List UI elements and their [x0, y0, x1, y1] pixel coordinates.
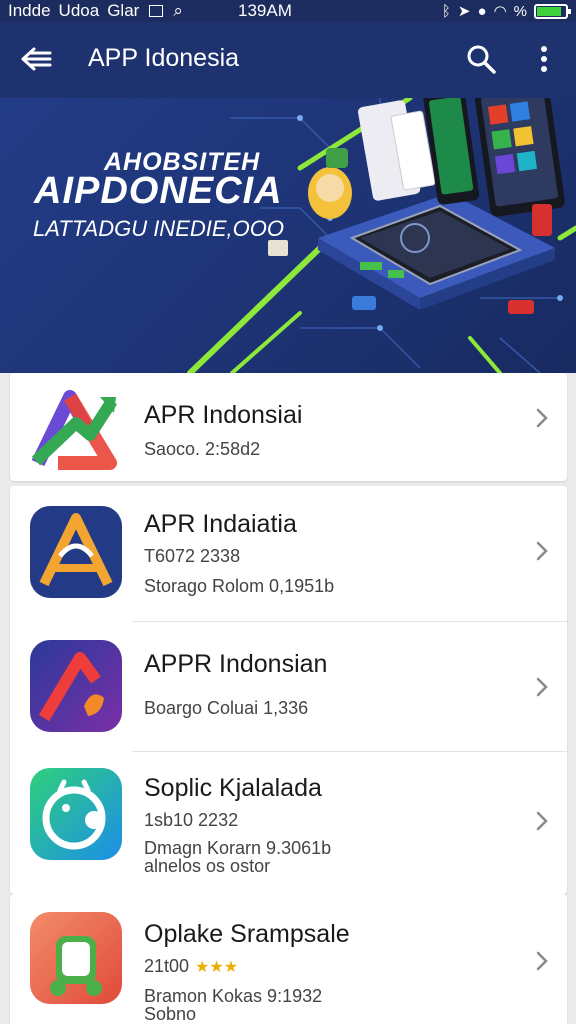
promo-banner[interactable]: AHOBSITEH AIPDONECIA LATTADGU INEDIE,OOO [0, 98, 576, 373]
app-storage: Storago Rolom 0,1951b [144, 576, 335, 596]
app-icon-5 [30, 912, 122, 1004]
list-item[interactable]: Oplake Srampsale 21t00 ★★★ Bramon Kokas 9… [10, 894, 567, 1024]
back-arrow-icon[interactable] [20, 44, 52, 74]
app-icon-4 [30, 768, 122, 860]
app-extra: alnelos os ostor [144, 856, 271, 876]
bluetooth-icon: ᛒ [441, 2, 451, 20]
status-text-3: Glar [107, 1, 140, 20]
rating-stars: ★★★ [195, 959, 239, 976]
status-text-2: Udoa [58, 1, 100, 20]
app-card-3: Oplake Srampsale 21t00 ★★★ Bramon Kokas 9… [10, 894, 567, 1024]
sync-icon: ● [477, 2, 487, 20]
app-icon-3 [30, 640, 122, 732]
app-detail: 1sb10 2232 [144, 810, 239, 830]
wifi-icon: ◠ [493, 3, 507, 20]
location-icon: ➤ [457, 3, 471, 20]
search-icon[interactable] [466, 44, 496, 74]
app-name: APR Indaiatia [144, 510, 297, 538]
chevron-right-icon [536, 408, 548, 428]
app-bar: APP Idonesia [0, 22, 576, 98]
more-options-icon[interactable] [536, 44, 552, 74]
app-card-1: APR Indonsiai Saoco. 2:58d2 [10, 373, 567, 481]
app-detail-text: 21t00 [144, 956, 190, 976]
app-extra: Sobno [144, 1004, 197, 1024]
app-detail: Boargo Coluai 1,336 [144, 698, 309, 718]
list-item[interactable]: Soplic Kjalalada 1sb10 2232 Dmagn Korarn… [10, 752, 567, 894]
status-text-1: Indde [8, 1, 51, 20]
app-name: Soplic Kjalalada [144, 774, 322, 802]
chevron-right-icon [536, 811, 548, 831]
app-detail: 21t00 ★★★ [144, 956, 238, 977]
list-item[interactable]: APPR Indonsian Boargo Coluai 1,336 [10, 622, 567, 752]
chevron-right-icon [536, 677, 548, 697]
status-bar: Indde Udoa Glar ⌕ 139AM ᛒ ➤ ● ◠ % [0, 0, 576, 22]
status-time: 139AM [238, 1, 292, 20]
page-title: APP Idonesia [88, 44, 240, 72]
banner-line-3: LATTADGU INEDIE,OOO [33, 216, 284, 241]
app-detail: T6072 2338 [144, 546, 241, 566]
chevron-right-icon [536, 541, 548, 561]
banner-line-2: AIPDONECIA [34, 170, 283, 212]
app-detail: Saoco. 2:58d2 [144, 439, 261, 459]
battery-percent: % [513, 2, 527, 20]
app-icon-2 [30, 506, 122, 598]
voicemail-icon: ⌕ [173, 1, 183, 20]
battery-icon [534, 3, 571, 19]
app-name: APPR Indonsian [144, 650, 328, 678]
list-item[interactable]: APR Indaiatia T6072 2338 Storago Rolom 0… [10, 486, 567, 622]
chevron-right-icon [536, 951, 548, 971]
app-name: APR Indonsiai [144, 401, 303, 429]
list-item[interactable]: APR Indonsiai Saoco. 2:58d2 [10, 373, 567, 481]
app-card-2: APR Indaiatia T6072 2338 Storago Rolom 0… [10, 486, 567, 894]
notification-icon [149, 5, 164, 17]
app-name: Oplake Srampsale [144, 920, 350, 948]
app-icon-1 [28, 383, 120, 475]
